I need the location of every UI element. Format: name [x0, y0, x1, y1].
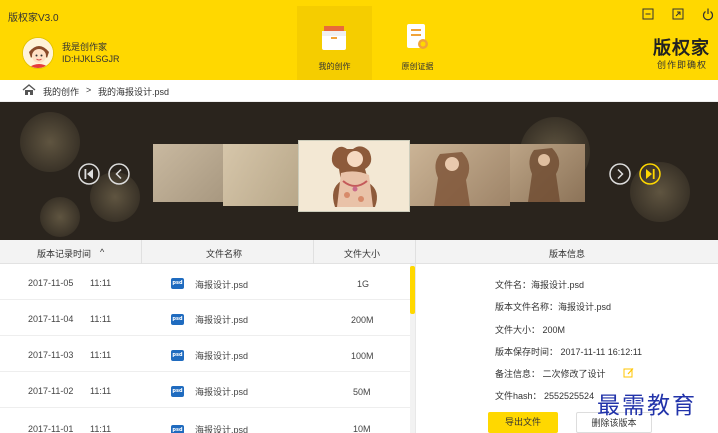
top-header: 版权家V3.0 我是创作家 ID:HJKLSGJR 我的创作 原创证据 版权家 …: [0, 0, 718, 80]
column-header-size[interactable]: 文件大小: [344, 247, 380, 260]
power-icon[interactable]: [701, 7, 715, 21]
row-size: 1G: [357, 279, 370, 289]
row-filename: 海报设计.psd: [195, 425, 249, 433]
previous-version-button[interactable]: [108, 163, 130, 185]
version-info-title: 版本信息: [549, 249, 586, 259]
tab-label: 原创证据: [401, 62, 434, 71]
version-info-header: 版本信息: [415, 240, 718, 264]
version-table-header: 版本记录时间 ^ 文件名称 文件大小: [0, 240, 415, 264]
version-thumbnail-selected[interactable]: [298, 140, 410, 212]
tab-original-evidence[interactable]: 原创证据: [380, 6, 455, 80]
psd-file-icon: psd: [171, 278, 184, 289]
info-file-size: 文件大小： 200M: [495, 325, 566, 335]
row-filename: 海报设计.psd: [195, 315, 249, 325]
breadcrumb-separator: >: [86, 85, 92, 95]
maximize-icon[interactable]: [671, 7, 685, 21]
brand-slogan: 创作即确权: [656, 60, 707, 70]
row-size: 100M: [351, 351, 374, 361]
table-row[interactable]: 2017-11-04 11:11 psd 海报设计.psd 200M: [0, 300, 410, 336]
info-version-file-name: 版本文件名称：海报设计.psd: [495, 302, 612, 312]
version-preview-carousel: [0, 102, 718, 240]
row-size: 200M: [351, 315, 374, 325]
row-time: 11:11: [90, 314, 112, 324]
row-date: 2017-11-02: [28, 386, 74, 396]
breadcrumb-item-current-file: 我的海报设计.psd: [98, 87, 170, 97]
row-size: 10M: [353, 424, 371, 433]
table-row[interactable]: 2017-11-05 11:11 psd 海报设计.psd 1G: [0, 264, 410, 300]
next-version-button[interactable]: [609, 163, 631, 185]
sort-ascending-icon[interactable]: ^: [100, 247, 104, 257]
column-header-time[interactable]: 版本记录时间: [37, 247, 91, 260]
info-remark: 备注信息： 二次修改了设计: [495, 369, 606, 379]
psd-file-icon: psd: [171, 386, 184, 397]
table-row[interactable]: 2017-11-02 11:11 psd 海报设计.psd 50M: [0, 372, 410, 408]
psd-file-icon: psd: [171, 350, 184, 361]
table-row[interactable]: 2017-11-01 11:11 psd 海报设计.psd 10M: [0, 408, 410, 433]
last-version-button[interactable]: [639, 163, 661, 185]
table-row[interactable]: 2017-11-03 11:11 psd 海报设计.psd 100M: [0, 336, 410, 372]
breadcrumb-item-my-creations[interactable]: 我的创作: [43, 85, 79, 98]
export-file-button[interactable]: 导出文件: [488, 412, 558, 433]
tab-label: 我的创作: [318, 62, 351, 71]
version-thumbnail[interactable]: [510, 144, 585, 202]
minimize-icon[interactable]: [641, 7, 655, 21]
row-time: 11:11: [90, 386, 112, 396]
tab-my-creations[interactable]: 我的创作: [297, 6, 372, 80]
edit-icon[interactable]: [623, 367, 634, 378]
brand-logo: 版权家: [653, 38, 710, 59]
row-filename: 海报设计.psd: [195, 387, 249, 397]
home-icon[interactable]: [22, 84, 36, 96]
psd-file-icon: psd: [171, 314, 184, 325]
row-size: 50M: [353, 387, 371, 397]
info-file-hash: 文件hash： 2552525524: [495, 391, 595, 401]
row-filename: 海报设计.psd: [195, 351, 249, 361]
column-header-filename[interactable]: 文件名称: [206, 247, 242, 260]
user-avatar[interactable]: [22, 37, 54, 69]
row-date: 2017-11-04: [28, 314, 74, 324]
version-thumbnail[interactable]: [153, 144, 223, 202]
info-file-name: 文件名：海报设计.psd: [495, 280, 585, 290]
user-name: 我是创作家: [62, 42, 108, 52]
row-time: 11:11: [90, 350, 112, 360]
row-date: 2017-11-01: [28, 424, 74, 433]
row-filename: 海报设计.psd: [195, 280, 249, 290]
box-icon: [322, 26, 346, 50]
row-time: 11:11: [90, 278, 112, 288]
watermark: 最需教育: [597, 393, 697, 419]
certificate-icon: [407, 24, 428, 49]
row-date: 2017-11-03: [28, 350, 74, 360]
app-title: 版权家V3.0: [8, 13, 59, 24]
row-time: 11:11: [90, 424, 112, 433]
info-save-time: 版本保存时间： 2017-11-11 16:12:11: [495, 347, 643, 357]
version-thumbnail[interactable]: [223, 144, 298, 206]
psd-file-icon: psd: [171, 425, 184, 433]
breadcrumb: 我的创作 > 我的海报设计.psd: [0, 80, 718, 102]
first-version-button[interactable]: [78, 163, 100, 185]
row-date: 2017-11-05: [28, 278, 74, 288]
version-thumbnail[interactable]: [410, 144, 510, 206]
user-id: ID:HJKLSGJR: [62, 54, 120, 64]
